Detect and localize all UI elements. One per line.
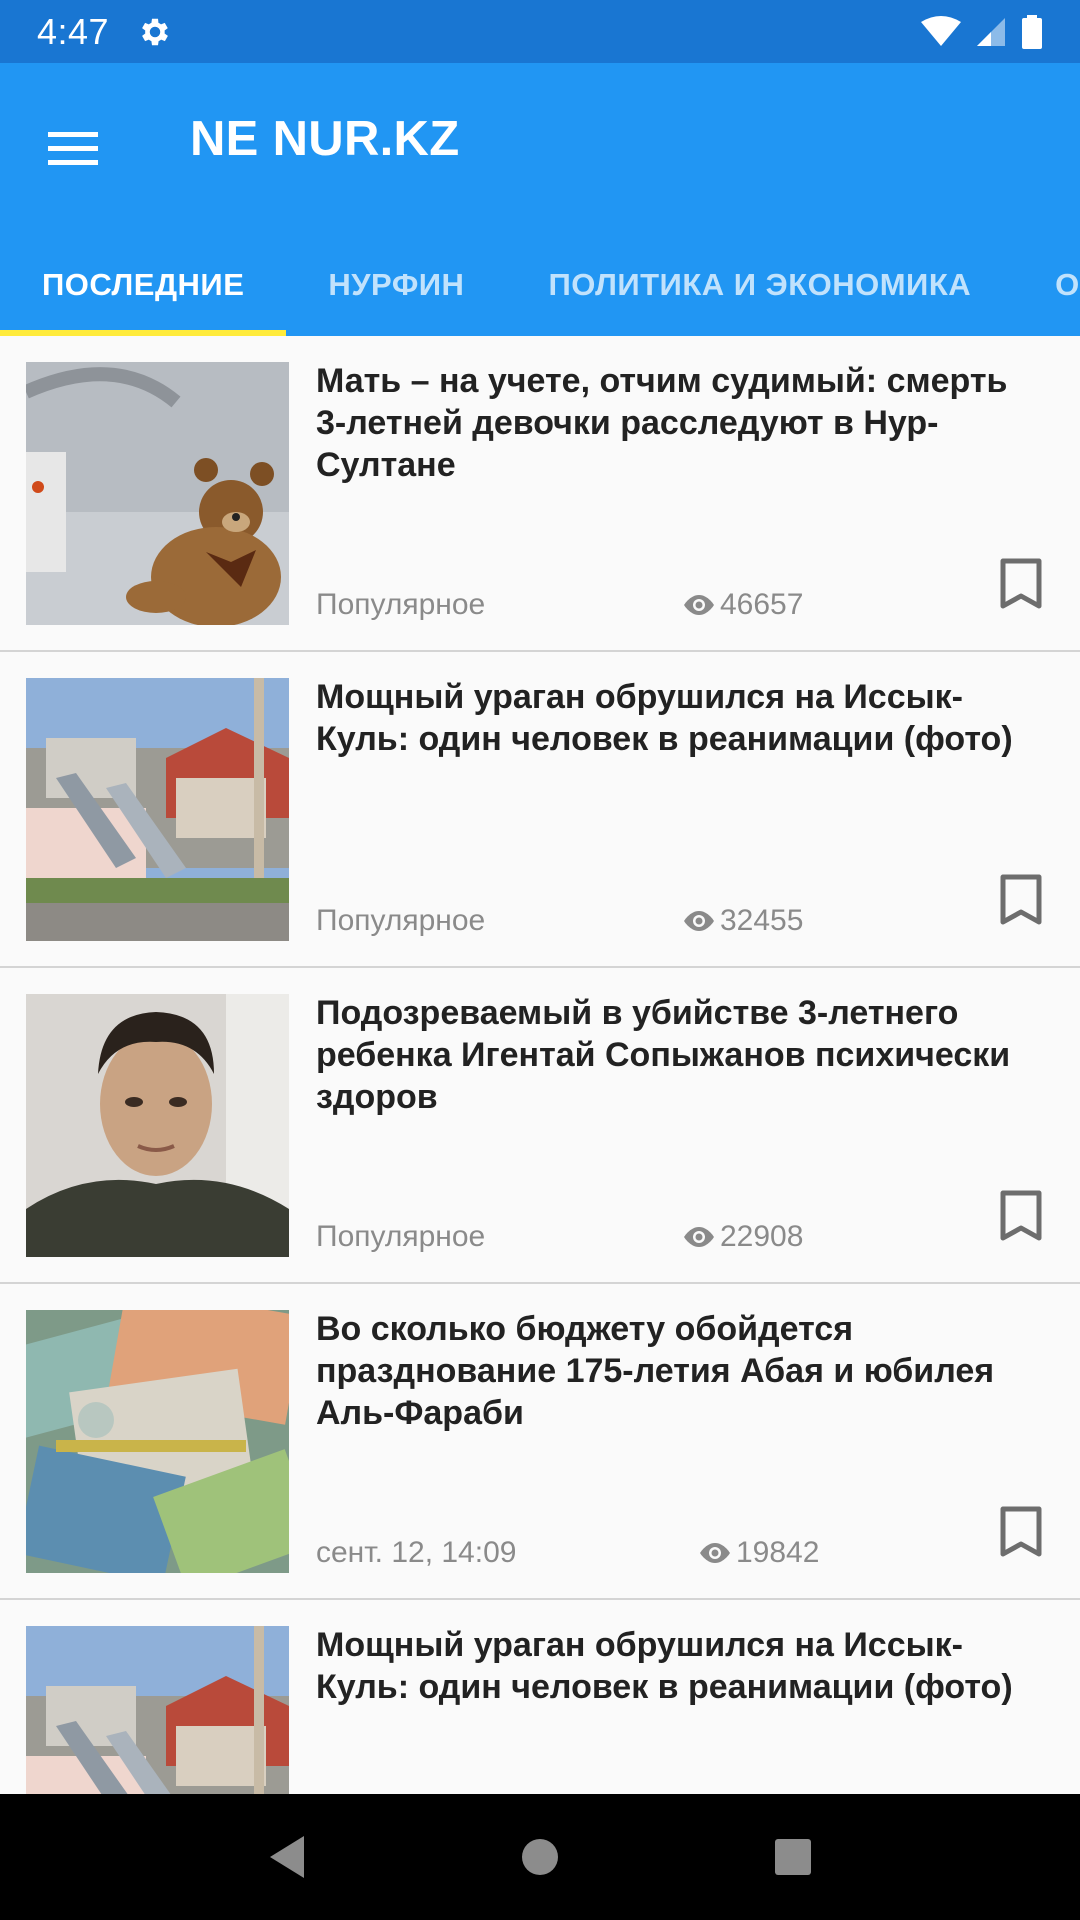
recents-square-icon bbox=[775, 1839, 812, 1875]
status-icons bbox=[921, 14, 1043, 49]
status-bar: 4:47 bbox=[0, 0, 1080, 63]
news-category: Популярное bbox=[316, 904, 486, 937]
back-button[interactable] bbox=[252, 1822, 322, 1892]
news-item[interactable]: Во сколько бюджету обойдется праздновани… bbox=[0, 1284, 1080, 1600]
category-tabs: ПОСЛЕДНИЕ НУРФИН ПОЛИТИКА И ЭКОНОМИКА ОБ… bbox=[0, 233, 1080, 336]
battery-icon bbox=[1022, 14, 1042, 49]
news-item[interactable]: Мать – на учете, отчим судимый: смерть 3… bbox=[0, 336, 1080, 652]
news-category: Популярное bbox=[316, 1220, 486, 1253]
view-count-value: 46657 bbox=[720, 588, 804, 621]
view-count-value: 22908 bbox=[720, 1220, 804, 1253]
news-headline[interactable]: Во сколько бюджету обойдется праздновани… bbox=[316, 1308, 1046, 1434]
view-count: 32455 bbox=[682, 904, 803, 938]
eye-icon bbox=[684, 1227, 714, 1247]
app-title: NE NUR.KZ bbox=[190, 112, 460, 166]
screen: 4:47 NE NUR.KZ ПОСЛЕДНИЕ НУРФИН ПОЛИТИКА… bbox=[0, 0, 1080, 1920]
system-nav-bar bbox=[0, 1794, 1080, 1920]
menu-button[interactable] bbox=[40, 115, 106, 181]
view-count: 46657 bbox=[682, 588, 803, 622]
view-count-value: 19842 bbox=[736, 1536, 820, 1569]
eye-icon bbox=[684, 911, 714, 931]
news-headline[interactable]: Мощный ураган обрушился на Иссык-Куль: о… bbox=[316, 1624, 1046, 1708]
recents-button[interactable] bbox=[758, 1822, 828, 1892]
news-list: Мать – на учете, отчим судимый: смерть 3… bbox=[0, 336, 1080, 1916]
news-category: Популярное bbox=[316, 588, 486, 621]
news-item[interactable]: Мощный ураган обрушился на Иссык-Куль: о… bbox=[0, 652, 1080, 968]
tab-nurfin[interactable]: НУРФИН bbox=[286, 233, 506, 336]
wifi-icon bbox=[921, 15, 961, 46]
teddy-bear-image bbox=[26, 362, 289, 625]
bookmark-icon[interactable] bbox=[1000, 558, 1042, 610]
tab-politics-economy[interactable]: ПОЛИТИКА И ЭКОНОМИКА bbox=[506, 233, 1013, 336]
tab-latest[interactable]: ПОСЛЕДНИЕ bbox=[0, 233, 287, 336]
bookmark-icon[interactable] bbox=[1000, 874, 1042, 926]
settings-gear-icon bbox=[142, 18, 168, 45]
news-item[interactable]: Подозреваемый в убийстве 3-летнего ребен… bbox=[0, 968, 1080, 1284]
man-portrait-image bbox=[26, 994, 289, 1257]
status-time: 4:47 bbox=[37, 10, 110, 52]
bookmark-icon[interactable] bbox=[1000, 1506, 1042, 1558]
hamburger-menu-icon bbox=[48, 132, 98, 165]
eye-icon bbox=[684, 595, 714, 615]
bookmark-icon[interactable] bbox=[1000, 1190, 1042, 1242]
news-headline[interactable]: Подозреваемый в убийстве 3-летнего ребен… bbox=[316, 992, 1046, 1118]
view-count-value: 32455 bbox=[720, 904, 804, 937]
view-count: 19842 bbox=[698, 1536, 819, 1570]
back-triangle-icon bbox=[269, 1836, 304, 1878]
banknotes-image bbox=[26, 1310, 289, 1573]
hurricane-damage-image bbox=[26, 678, 289, 941]
home-circle-icon bbox=[521, 1839, 558, 1875]
home-button[interactable] bbox=[505, 1822, 575, 1892]
view-count: 22908 bbox=[682, 1220, 803, 1254]
tab-society[interactable]: ОБЩ bbox=[1013, 233, 1080, 336]
news-headline[interactable]: Мощный ураган обрушился на Иссык-Куль: о… bbox=[316, 676, 1046, 760]
app-bar: NE NUR.KZ ПОСЛЕДНИЕ НУРФИН ПОЛИТИКА И ЭК… bbox=[0, 63, 1080, 336]
news-headline[interactable]: Мать – на учете, отчим судимый: смерть 3… bbox=[316, 360, 1046, 486]
eye-icon bbox=[700, 1543, 730, 1563]
cell-signal-icon bbox=[977, 17, 1005, 46]
news-date: сент. 12, 14:09 bbox=[316, 1536, 517, 1569]
